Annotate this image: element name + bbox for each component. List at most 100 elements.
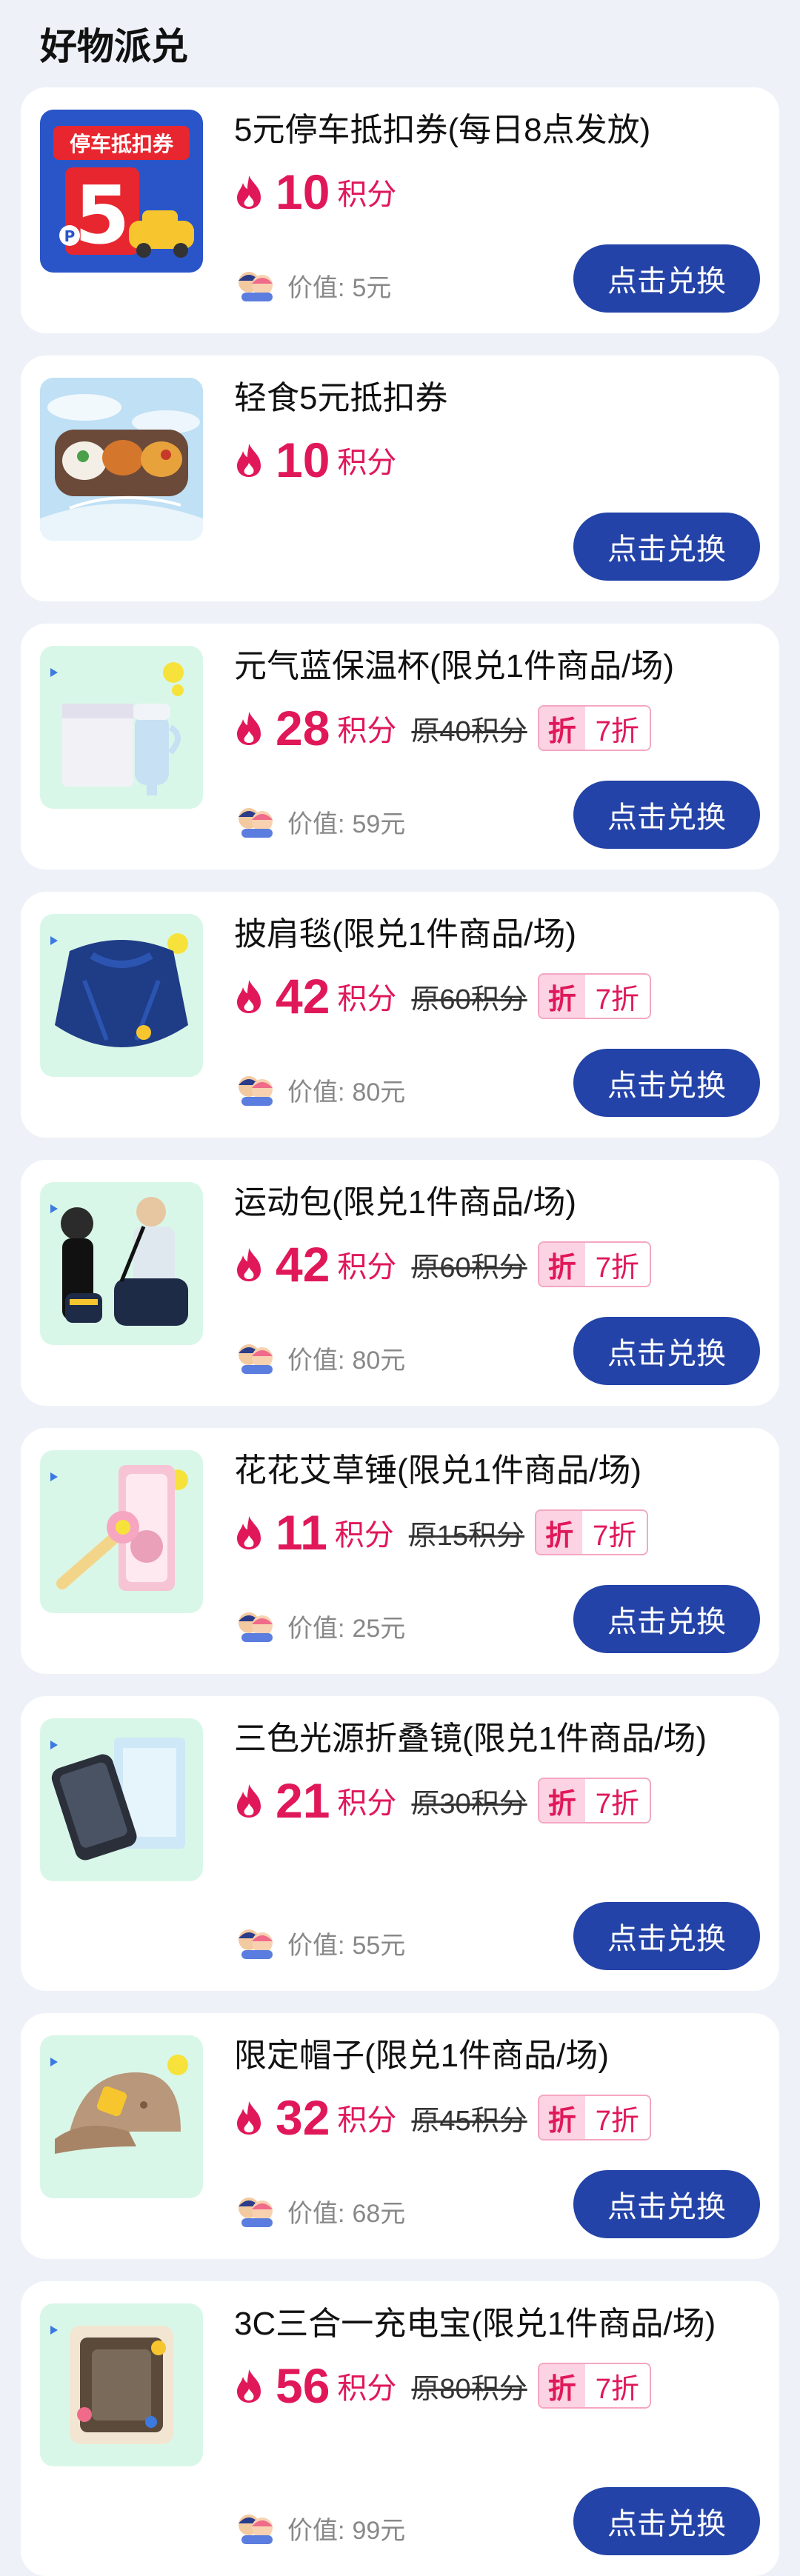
product-title: 运动包(限兑1件商品/场) bbox=[234, 1184, 576, 1221]
value-prefix: 价值: bbox=[287, 1078, 345, 1107]
flame-icon bbox=[237, 2369, 261, 2403]
avatar-pair-icon bbox=[239, 808, 273, 838]
exchange-button[interactable]: 点击兑换 bbox=[573, 1902, 760, 1970]
points-value: 28 bbox=[276, 701, 330, 755]
value-amount: 80元 bbox=[352, 1346, 406, 1375]
value-row: 价值: 25元 bbox=[234, 1600, 405, 1652]
massage-hammer-icon bbox=[40, 1450, 203, 1613]
price-row: 42 积分 原60积分 折 7折 bbox=[234, 964, 760, 1028]
product-info: 3C三合一充电宝(限兑1件商品/场) 56 积分 原80积分 折 7折 bbox=[234, 2300, 760, 2417]
product-card[interactable]: 轻食5元抵扣券 10 积分 点击兑换 bbox=[21, 356, 779, 601]
value-prefix: 价值: bbox=[287, 810, 345, 838]
value-amount: 99元 bbox=[352, 2516, 406, 2545]
product-title: 限定帽子(限兑1件商品/场) bbox=[234, 2038, 609, 2074]
price-row: 56 积分 原80积分 折 7折 bbox=[234, 2354, 760, 2417]
exchange-button[interactable]: 点击兑换 bbox=[573, 781, 760, 849]
value-row: 价值: 80元 bbox=[234, 1332, 405, 1384]
section-title: 好物派兑 bbox=[40, 26, 188, 67]
avatar-pair-icon bbox=[239, 2198, 273, 2227]
avatar-pair-icon bbox=[239, 1929, 273, 1959]
thermos-cup-icon bbox=[40, 646, 203, 809]
points-unit: 积分 bbox=[337, 1787, 397, 1820]
flame-icon bbox=[237, 712, 261, 745]
discount-badge: 折 7折 bbox=[535, 1509, 649, 1555]
product-title: 元气蓝保温杯(限兑1件商品/场) bbox=[234, 648, 674, 684]
discount-rate: 7折 bbox=[584, 2364, 650, 2407]
product-info: 轻食5元抵扣券 10 积分 bbox=[234, 375, 760, 492]
points-value: 10 bbox=[276, 433, 330, 487]
points-unit: 积分 bbox=[337, 2372, 397, 2405]
product-title: 轻食5元抵扣券 bbox=[234, 380, 448, 416]
parking-coupon-icon: 停车抵扣券 5 P bbox=[40, 110, 203, 273]
points-value: 10 bbox=[276, 164, 330, 219]
points-value: 42 bbox=[276, 969, 330, 1024]
product-card[interactable]: 限定帽子(限兑1件商品/场) 32 积分 原45积分 折 7折 价值: 68元 … bbox=[21, 2013, 779, 2259]
product-card[interactable]: 三色光源折叠镜(限兑1件商品/场) 21 积分 原30积分 折 7折 价值: 5… bbox=[21, 1696, 779, 1991]
exchange-button[interactable]: 点击兑换 bbox=[573, 1585, 760, 1653]
original-price: 原15积分 bbox=[408, 1520, 525, 1552]
discount-rate: 7折 bbox=[584, 707, 650, 750]
discount-rate: 7折 bbox=[584, 2096, 650, 2139]
value-amount: 25元 bbox=[352, 1614, 406, 1643]
flame-icon bbox=[237, 2101, 261, 2135]
points-unit: 积分 bbox=[337, 447, 397, 479]
exchange-button[interactable]: 点击兑换 bbox=[573, 1049, 760, 1117]
flame-icon bbox=[237, 1784, 261, 1818]
flame-icon bbox=[237, 444, 261, 477]
price-row: 10 积分 bbox=[234, 160, 760, 224]
avatar-pair-icon bbox=[239, 272, 273, 301]
value-prefix: 价值: bbox=[287, 1931, 345, 1960]
points-value: 56 bbox=[276, 2358, 330, 2413]
exchange-button[interactable]: 点击兑换 bbox=[573, 513, 760, 581]
value-row: 价值: 55元 bbox=[234, 1917, 405, 1969]
points-unit: 积分 bbox=[337, 1251, 397, 1284]
avatar-pair-icon bbox=[239, 1612, 273, 1642]
product-card[interactable]: 披肩毯(限兑1件商品/场) 42 积分 原60积分 折 7折 价值: 80元 点… bbox=[21, 892, 779, 1138]
flame-icon bbox=[237, 176, 261, 209]
price-row: 10 积分 bbox=[234, 428, 760, 492]
product-card[interactable]: 花花艾草锤(限兑1件商品/场) 11 积分 原15积分 折 7折 价值: 25元… bbox=[21, 1428, 779, 1674]
product-info: 限定帽子(限兑1件商品/场) 32 积分 原45积分 折 7折 bbox=[234, 2032, 760, 2149]
original-price: 原30积分 bbox=[411, 1788, 527, 1820]
product-card[interactable]: 停车抵扣券 5 P 5元停车抵扣券(每日8点发放) 10 积分 价值: 5元 点… bbox=[21, 87, 779, 333]
discount-rate: 7折 bbox=[584, 975, 650, 1018]
discount-badge: 折 7折 bbox=[537, 1778, 651, 1823]
price-row: 11 积分 原15积分 折 7折 bbox=[234, 1501, 760, 1564]
thumb-text: 停车抵扣券 bbox=[70, 132, 174, 156]
discount-label: 折 bbox=[539, 1779, 585, 1822]
product-title: 花花艾草锤(限兑1件商品/场) bbox=[234, 1452, 641, 1489]
product-title: 三色光源折叠镜(限兑1件商品/场) bbox=[234, 1721, 707, 1757]
discount-badge: 折 7折 bbox=[537, 2095, 651, 2140]
exchange-button[interactable]: 点击兑换 bbox=[573, 2487, 760, 2555]
value-prefix: 价值: bbox=[287, 1346, 345, 1375]
value-amount: 55元 bbox=[352, 1931, 406, 1960]
product-card[interactable]: 3C三合一充电宝(限兑1件商品/场) 56 积分 原80积分 折 7折 价值: … bbox=[21, 2281, 779, 2576]
value-amount: 59元 bbox=[352, 810, 406, 838]
product-info: 5元停车抵扣券(每日8点发放) 10 积分 bbox=[234, 107, 760, 224]
value-prefix: 价值: bbox=[287, 273, 345, 302]
discount-label: 折 bbox=[539, 2364, 585, 2407]
product-title: 披肩毯(限兑1件商品/场) bbox=[234, 916, 576, 952]
value-prefix: 价值: bbox=[287, 2516, 345, 2545]
cap-icon bbox=[40, 2035, 203, 2198]
folding-mirror-icon bbox=[40, 1718, 203, 1881]
original-price: 原80积分 bbox=[411, 2373, 527, 2405]
flame-icon bbox=[237, 1248, 261, 1281]
avatar-pair-icon bbox=[239, 2515, 273, 2544]
product-info: 三色光源折叠镜(限兑1件商品/场) 21 积分 原30积分 折 7折 bbox=[234, 1715, 760, 1832]
product-card[interactable]: 运动包(限兑1件商品/场) 42 积分 原60积分 折 7折 价值: 80元 点… bbox=[21, 1160, 779, 1406]
discount-label: 折 bbox=[539, 975, 585, 1018]
product-title: 5元停车抵扣券(每日8点发放) bbox=[234, 112, 651, 148]
exchange-button[interactable]: 点击兑换 bbox=[573, 2170, 760, 2238]
points-value: 42 bbox=[276, 1237, 330, 1292]
discount-label: 折 bbox=[539, 2096, 585, 2139]
exchange-button[interactable]: 点击兑换 bbox=[573, 244, 760, 313]
exchange-button[interactable]: 点击兑换 bbox=[573, 1317, 760, 1385]
discount-badge: 折 7折 bbox=[537, 705, 651, 751]
discount-badge: 折 7折 bbox=[537, 973, 651, 1019]
points-value: 11 bbox=[276, 1505, 327, 1560]
product-card[interactable]: 元气蓝保温杯(限兑1件商品/场) 28 积分 原40积分 折 7折 价值: 59… bbox=[21, 624, 779, 870]
value-row: 价值: 68元 bbox=[234, 2185, 405, 2237]
value-row: 价值: 80元 bbox=[234, 1064, 405, 1115]
flame-icon bbox=[237, 980, 261, 1013]
